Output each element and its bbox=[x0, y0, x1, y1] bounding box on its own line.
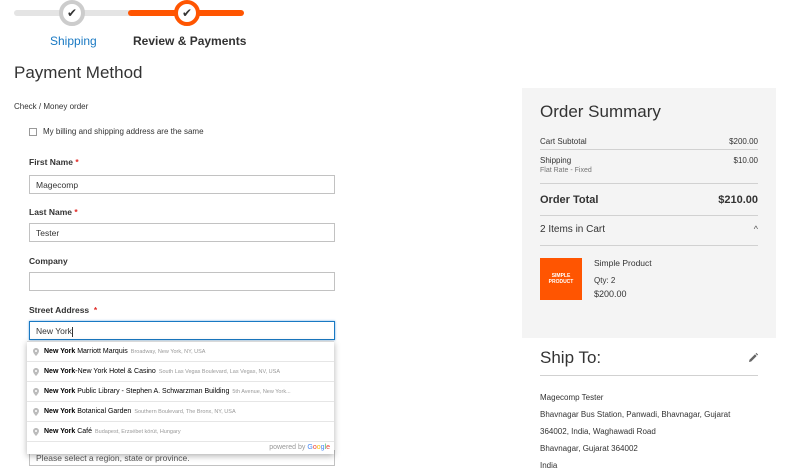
map-pin-icon bbox=[33, 367, 39, 376]
divider bbox=[540, 149, 758, 150]
map-pin-icon bbox=[33, 387, 39, 396]
powered-by-google: powered by Google bbox=[269, 444, 330, 451]
order-total-value: $210.00 bbox=[718, 194, 758, 206]
ship-to-address-line: 364002, India, Waghawadi Road bbox=[540, 427, 656, 436]
shipping-row: Shipping Flat Rate - Fixed $10.00 bbox=[540, 156, 758, 174]
product-price: $200.00 bbox=[594, 289, 627, 299]
payment-method-option[interactable]: Check / Money order bbox=[14, 102, 88, 111]
step-review-label: Review & Payments bbox=[133, 34, 247, 48]
shipping-label: Shipping bbox=[540, 156, 572, 165]
items-in-cart-label: 2 Items in Cart bbox=[540, 224, 606, 235]
company-label: Company bbox=[29, 256, 68, 266]
order-summary-title: Order Summary bbox=[540, 102, 661, 121]
ship-to-address-line: Bhavnagar Bus Station, Panwadi, Bhavnaga… bbox=[540, 410, 731, 419]
map-pin-icon bbox=[33, 407, 39, 416]
step-shipping-check-icon: ✔ bbox=[59, 0, 85, 26]
first-name-input[interactable]: Magecomp bbox=[29, 175, 335, 194]
step-shipping-link[interactable]: Shipping bbox=[50, 34, 97, 48]
autocomplete-item[interactable]: New York Marriott Marquis Broadway, New … bbox=[27, 342, 334, 362]
map-pin-icon bbox=[33, 427, 39, 436]
autocomplete-item[interactable]: New York Botanical Garden Southern Boule… bbox=[27, 402, 334, 422]
order-total-row: Order Total $210.00 bbox=[540, 194, 758, 206]
billing-same-as-shipping[interactable]: My billing and shipping address are the … bbox=[29, 127, 204, 136]
billing-same-label: My billing and shipping address are the … bbox=[43, 127, 204, 136]
autocomplete-item[interactable]: New York-New York Hotel & Casino South L… bbox=[27, 362, 334, 382]
product-qty: Qty: 2 bbox=[594, 276, 616, 285]
ship-to-name: Magecomp Tester bbox=[540, 393, 604, 402]
step-review-check-icon: ✔ bbox=[174, 0, 200, 26]
street-address-input[interactable]: New York bbox=[29, 321, 335, 340]
autocomplete-item[interactable]: New York Café Budapest, Erzsébet körút, … bbox=[27, 422, 334, 442]
payment-method-title: Payment Method bbox=[14, 63, 143, 82]
ship-to-country: India bbox=[540, 461, 558, 470]
divider bbox=[540, 183, 758, 184]
text-caret bbox=[71, 326, 73, 337]
ship-to-title: Ship To: bbox=[540, 348, 602, 367]
product-thumbnail: SIMPLE PRODUCT bbox=[540, 258, 582, 300]
cart-subtotal-label: Cart Subtotal bbox=[540, 137, 587, 146]
cart-subtotal-value: $200.00 bbox=[729, 137, 758, 146]
company-input[interactable] bbox=[29, 272, 335, 291]
divider bbox=[540, 375, 758, 376]
autocomplete-item[interactable]: New York Public Library - Stephen A. Sch… bbox=[27, 382, 334, 402]
divider bbox=[540, 245, 758, 246]
map-pin-icon bbox=[33, 347, 39, 356]
order-total-label: Order Total bbox=[540, 194, 599, 206]
billing-same-checkbox[interactable] bbox=[29, 127, 37, 136]
street-address-label: Street Address * bbox=[29, 305, 98, 315]
checkout-progress-bar: ✔ ✔ Shipping Review & Payments bbox=[14, 0, 246, 52]
last-name-input[interactable]: Tester bbox=[29, 223, 335, 242]
first-name-label: First Name * bbox=[29, 157, 79, 167]
last-name-label: Last Name * bbox=[29, 207, 78, 217]
cart-subtotal-row: Cart Subtotal $200.00 bbox=[540, 137, 758, 146]
google-logo: Google bbox=[307, 444, 330, 451]
address-autocomplete-dropdown: New York Marriott Marquis Broadway, New … bbox=[27, 341, 334, 454]
divider bbox=[540, 215, 758, 216]
ship-to-city-line: Bhavnagar, Gujarat 364002 bbox=[540, 444, 638, 453]
shipping-value: $10.00 bbox=[733, 156, 758, 165]
order-summary-panel: Order Summary Cart Subtotal $200.00 Ship… bbox=[522, 88, 776, 338]
items-in-cart-toggle[interactable]: 2 Items in Cart ^ bbox=[540, 224, 758, 235]
product-name: Simple Product bbox=[594, 258, 652, 268]
shipping-method: Flat Rate - Fixed bbox=[540, 167, 592, 174]
chevron-up-icon[interactable]: ^ bbox=[754, 224, 758, 235]
pencil-icon[interactable] bbox=[747, 352, 759, 364]
